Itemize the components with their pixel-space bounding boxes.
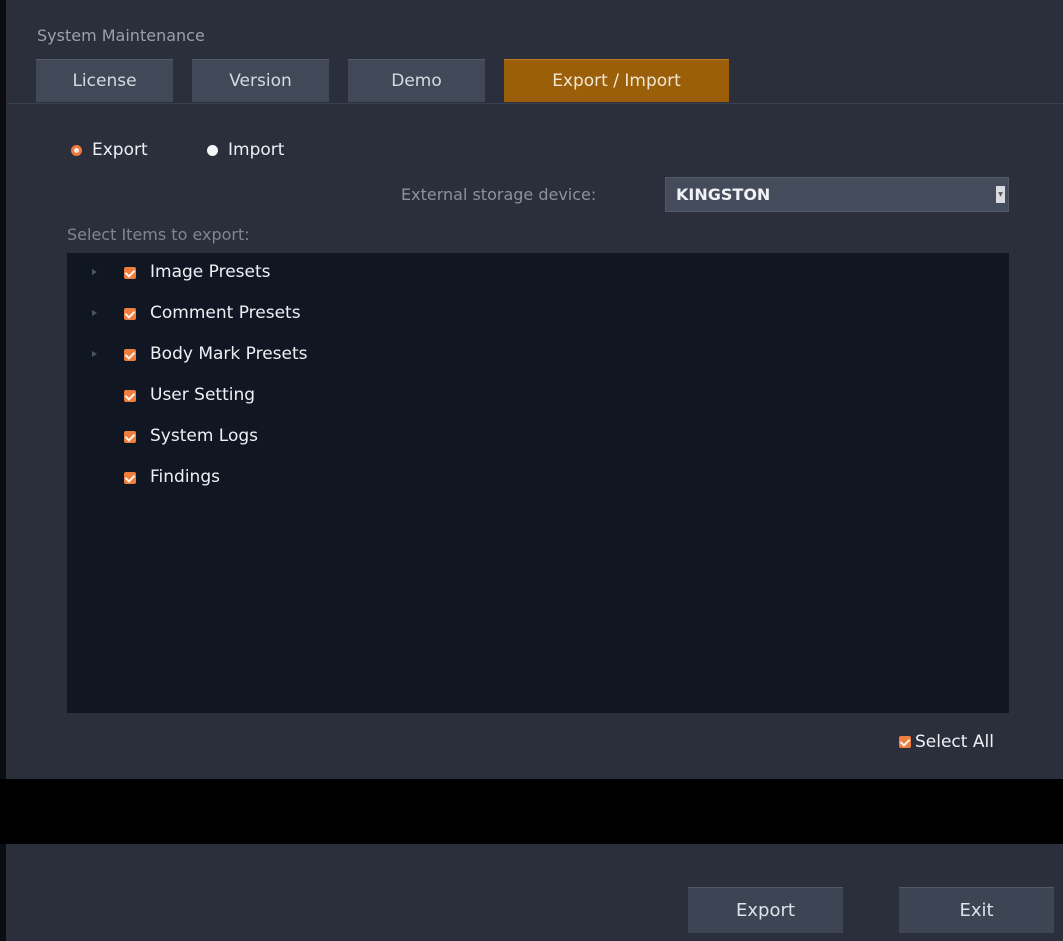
export-radio-label: Export — [92, 140, 148, 160]
expand-arrow-icon[interactable] — [92, 351, 97, 357]
import-radio-label: Import — [228, 140, 285, 160]
exit-button[interactable]: Exit — [899, 887, 1054, 933]
status-bar — [0, 779, 1063, 844]
export-radio[interactable]: Export — [71, 140, 148, 160]
storage-device-label: External storage device: — [401, 185, 597, 204]
tree-item-label: System Logs — [150, 426, 259, 446]
tree-item-label: Findings — [150, 467, 220, 487]
checkbox-icon[interactable] — [124, 472, 136, 484]
select-all-label: Select All — [915, 732, 994, 752]
tree-item-comment-presets[interactable]: Comment Presets — [67, 299, 1009, 329]
checkbox-icon[interactable] — [124, 308, 136, 320]
tab-divider — [8, 103, 1063, 104]
tab-export-import[interactable]: Export / Import — [504, 59, 729, 102]
tree-item-user-setting[interactable]: User Setting — [67, 381, 1009, 411]
tree-item-label: Image Presets — [150, 262, 271, 282]
storage-device-value: KINGSTON — [676, 185, 771, 204]
tab-demo[interactable]: Demo — [348, 59, 485, 102]
tree-item-label: Body Mark Presets — [150, 344, 308, 364]
tree-item-label: User Setting — [150, 385, 256, 405]
export-items-tree: Image Presets Comment Presets Body Mark … — [67, 253, 1009, 713]
checkbox-icon[interactable] — [124, 390, 136, 402]
checkbox-icon[interactable] — [124, 349, 136, 361]
checkbox-icon[interactable] — [124, 431, 136, 443]
tab-version[interactable]: Version — [192, 59, 329, 102]
tab-license[interactable]: License — [36, 59, 173, 102]
export-button[interactable]: Export — [688, 887, 843, 933]
tree-item-findings[interactable]: Findings — [67, 463, 1009, 493]
tree-item-image-presets[interactable]: Image Presets — [67, 258, 1009, 288]
tree-item-system-logs[interactable]: System Logs — [67, 422, 1009, 452]
select-all-checkbox[interactable]: Select All — [899, 732, 994, 752]
chevron-down-icon[interactable]: ▼ — [996, 186, 1005, 203]
expand-arrow-icon[interactable] — [92, 310, 97, 316]
expand-arrow-icon[interactable] — [92, 269, 97, 275]
window-title: System Maintenance — [37, 26, 205, 45]
radio-selected-icon — [71, 144, 82, 156]
import-radio[interactable]: Import — [207, 140, 284, 160]
storage-device-select[interactable]: KINGSTON ▼ — [665, 177, 1009, 212]
tree-item-body-mark-presets[interactable]: Body Mark Presets — [67, 340, 1009, 370]
radio-unselected-icon — [207, 144, 218, 156]
items-heading: Select Items to export: — [67, 225, 250, 244]
tree-item-label: Comment Presets — [150, 303, 301, 323]
checkbox-icon[interactable] — [124, 267, 136, 279]
checkbox-icon[interactable] — [899, 736, 911, 748]
